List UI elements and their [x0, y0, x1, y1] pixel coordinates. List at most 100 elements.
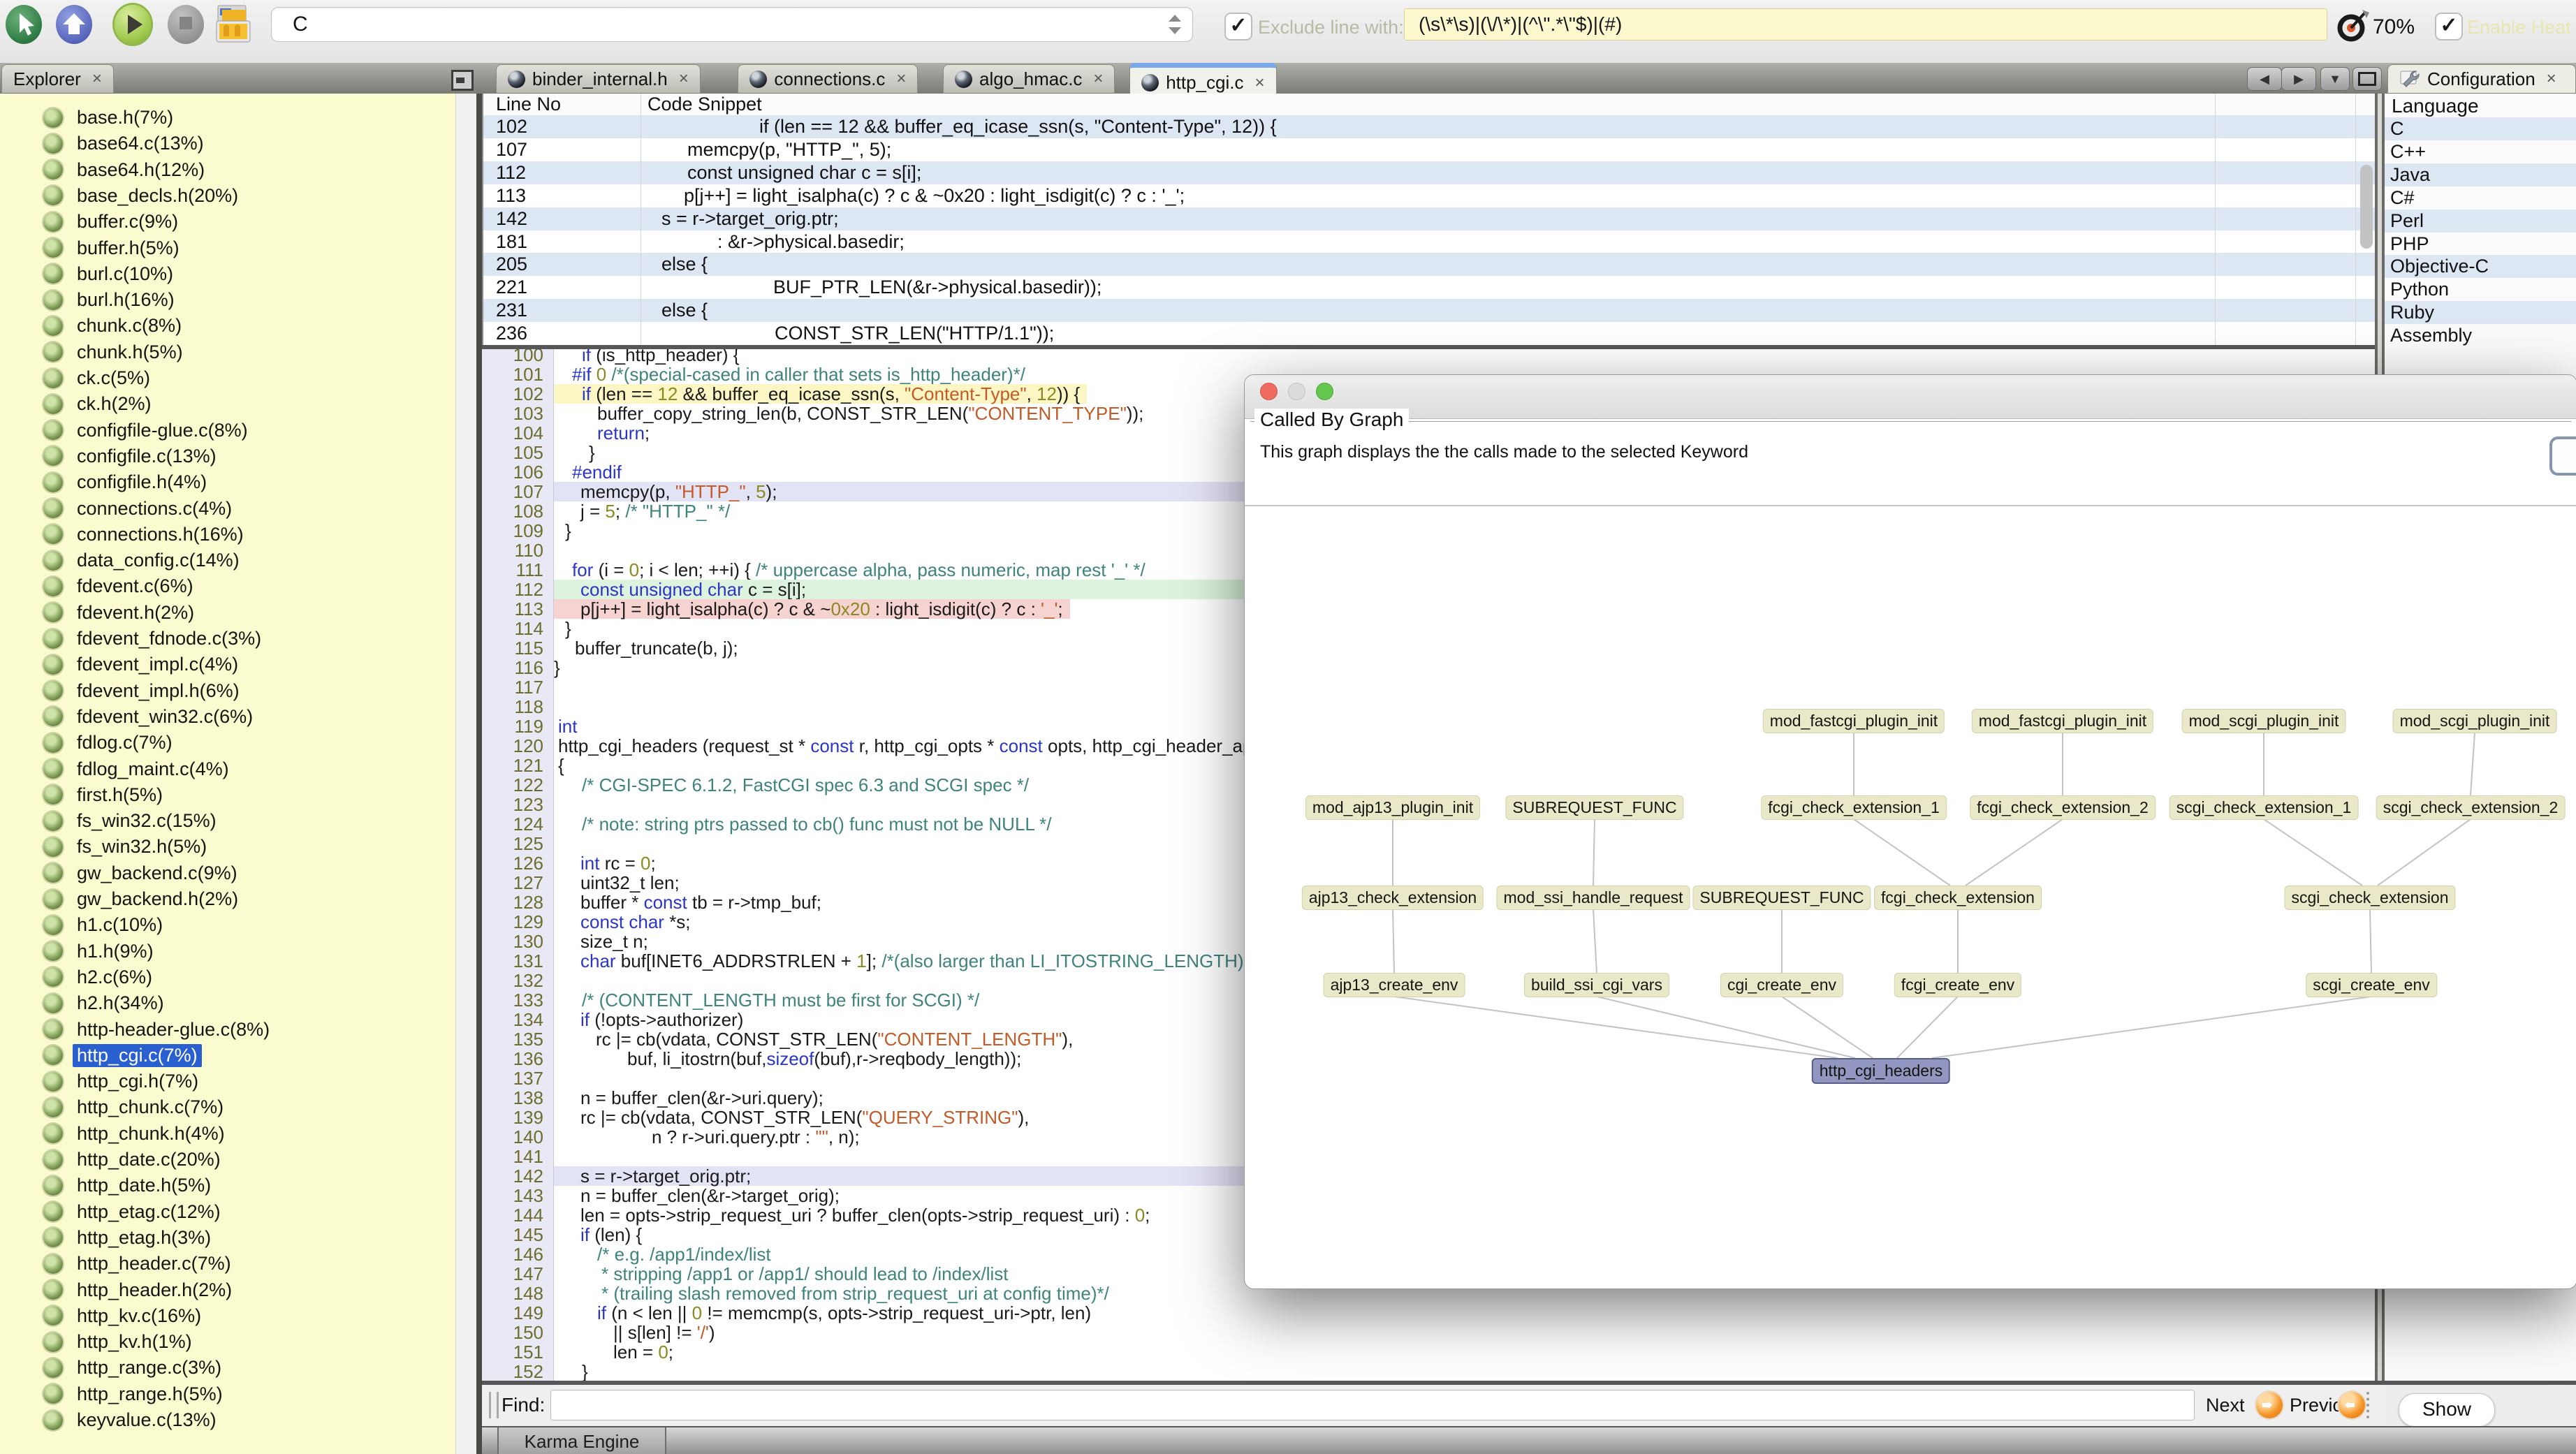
- table-row[interactable]: 205else {70: [483, 253, 2376, 276]
- file-item[interactable]: fdlog_maint.c(4%): [0, 756, 476, 782]
- file-item[interactable]: http_etag.h(3%): [0, 1225, 476, 1251]
- file-item[interactable]: http_chunk.c(7%): [0, 1094, 476, 1120]
- close-icon[interactable]: ×: [1093, 69, 1103, 89]
- col-code-snippet[interactable]: Code Snippet: [647, 94, 762, 115]
- collapse-panel-icon[interactable]: [451, 70, 474, 91]
- cursor-icon[interactable]: [6, 5, 42, 44]
- tab-scroll-left-button[interactable]: ◀: [2247, 67, 2282, 91]
- file-item[interactable]: fdevent_impl.c(4%): [0, 652, 476, 677]
- table-row[interactable]: 142s = r->target_orig.ptr;71: [483, 207, 2376, 230]
- language-row[interactable]: PHP: [2385, 233, 2576, 256]
- stop-button[interactable]: [168, 5, 204, 44]
- heat-checkbox[interactable]: ✓: [2435, 13, 2463, 41]
- tab-scroll-right-button[interactable]: ▶: [2281, 67, 2316, 91]
- file-item[interactable]: http_header.h(2%): [0, 1277, 476, 1303]
- close-icon[interactable]: ×: [679, 69, 689, 89]
- file-item[interactable]: connections.c(4%): [0, 496, 476, 522]
- file-item[interactable]: base64.c(13%): [0, 131, 476, 156]
- play-button[interactable]: [115, 5, 151, 44]
- find-input[interactable]: [550, 1390, 2195, 1420]
- tab-list-dropdown-button[interactable]: ▼: [2320, 67, 2350, 91]
- graph-node-fcgi_check_extension[interactable]: fcgi_check_extension: [1874, 886, 2042, 910]
- file-item[interactable]: fs_win32.c(15%): [0, 808, 476, 834]
- file-item[interactable]: http-header-glue.c(8%): [0, 1017, 476, 1043]
- graph-node-mod_ajp13_plugin_init[interactable]: mod_ajp13_plugin_init: [1305, 795, 1480, 820]
- file-item[interactable]: h1.c(10%): [0, 912, 476, 938]
- maximize-panel-button[interactable]: [2352, 67, 2382, 91]
- file-item[interactable]: h2.h(34%): [0, 990, 476, 1016]
- drag-grip-icon[interactable]: [489, 1392, 499, 1418]
- file-item[interactable]: http_cgi.h(7%): [0, 1069, 476, 1094]
- file-item[interactable]: http_date.c(20%): [0, 1147, 476, 1173]
- close-icon[interactable]: ×: [1254, 73, 1264, 93]
- table-row[interactable]: 102if (len == 12 && buffer_eq_icase_ssn(…: [483, 115, 2376, 138]
- language-row[interactable]: Ruby: [2385, 301, 2576, 324]
- language-row[interactable]: Java: [2385, 163, 2576, 186]
- file-item[interactable]: h2.c(6%): [0, 964, 476, 990]
- file-item[interactable]: http_cgi.c(7%): [0, 1043, 476, 1069]
- file-item[interactable]: fdevent_fdnode.c(3%): [0, 626, 476, 652]
- table-row[interactable]: 181: &r->physical.basedir;70: [483, 230, 2376, 254]
- graph-node-fcgi_check_extension_1[interactable]: fcgi_check_extension_1: [1761, 795, 1947, 820]
- table-scrollbar-thumb[interactable]: [2360, 165, 2373, 249]
- graph-node-scgi_check_extension_2[interactable]: scgi_check_extension_2: [2376, 795, 2566, 820]
- table-row[interactable]: 231else {70: [483, 299, 2376, 322]
- file-item[interactable]: http_etag.c(12%): [0, 1199, 476, 1225]
- file-item[interactable]: http_range.h(5%): [0, 1381, 476, 1407]
- graph-node-scgi_check_extension_1[interactable]: scgi_check_extension_1: [2169, 795, 2359, 820]
- file-item[interactable]: burl.c(10%): [0, 261, 476, 287]
- code-line[interactable]: 151len = 0;: [482, 1342, 2375, 1362]
- graph-node-scgi_check_extension[interactable]: scgi_check_extension: [2284, 886, 2455, 910]
- explorer-scrollbar[interactable]: [455, 94, 477, 1454]
- graph-node-ajp13_check_extension[interactable]: ajp13_check_extension: [1302, 886, 1484, 910]
- graph-node-ajp13_create_env[interactable]: ajp13_create_env: [1324, 973, 1465, 997]
- code-line[interactable]: 100if (is_http_header) {: [482, 345, 2375, 365]
- close-icon[interactable]: ×: [92, 69, 102, 89]
- graph-node-mod_ssi_handle_request[interactable]: mod_ssi_handle_request: [1496, 886, 1690, 910]
- table-row[interactable]: 113p[j++] = light_isalpha(c) ? c & ~0x20…: [483, 184, 2376, 207]
- language-row[interactable]: C++: [2385, 140, 2576, 163]
- next-arrow-icon[interactable]: [2256, 1392, 2283, 1418]
- file-item[interactable]: connections.h(16%): [0, 522, 476, 548]
- language-filter-select[interactable]: C: [271, 7, 1193, 42]
- engine-tab[interactable]: Karma Engine: [497, 1427, 666, 1454]
- exclude-regex-input[interactable]: (\s\*\s)|(\/\*)|(^\".*\"$)|(#): [1404, 8, 2327, 41]
- code-line[interactable]: 149if (n < len || 0 != memcmp(s, opts->s…: [482, 1303, 2375, 1323]
- graph-node-mod_fastcgi_plugin_init[interactable]: mod_fastcgi_plugin_init: [1763, 709, 1945, 733]
- file-item[interactable]: fdevent_win32.c(6%): [0, 704, 476, 730]
- file-item[interactable]: h1.h(9%): [0, 939, 476, 964]
- file-item[interactable]: fs_win32.h(5%): [0, 834, 476, 860]
- file-item[interactable]: gw_backend.c(9%): [0, 860, 476, 886]
- graph-node-fcgi_check_extension_2[interactable]: fcgi_check_extension_2: [1970, 795, 2156, 820]
- home-icon[interactable]: [56, 5, 92, 44]
- col-line-no[interactable]: Line No: [496, 94, 561, 115]
- select-stepper-icon[interactable]: [1166, 13, 1183, 36]
- file-item[interactable]: fdevent_impl.h(6%): [0, 678, 476, 704]
- graph-node-build_ssi_cgi_vars[interactable]: build_ssi_cgi_vars: [1524, 973, 1669, 997]
- file-item[interactable]: fdlog.c(7%): [0, 730, 476, 756]
- file-item[interactable]: fdevent.c(6%): [0, 573, 476, 599]
- language-row[interactable]: Assembly: [2385, 324, 2576, 347]
- show-button[interactable]: Show: [2399, 1393, 2495, 1427]
- code-line[interactable]: 152}: [482, 1362, 2375, 1381]
- graph-node-http_cgi_headers[interactable]: http_cgi_headers: [1812, 1058, 1950, 1084]
- file-item[interactable]: first.h(5%): [0, 782, 476, 808]
- graph-node-SUBREQUEST_FUNC[interactable]: SUBREQUEST_FUNC: [1505, 795, 1683, 820]
- file-item[interactable]: base64.h(12%): [0, 157, 476, 183]
- graph-node-SUBREQUEST_FUNC[interactable]: SUBREQUEST_FUNC: [1692, 886, 1871, 910]
- language-row[interactable]: Perl: [2385, 210, 2576, 233]
- close-icon[interactable]: ×: [896, 69, 906, 89]
- tab-explorer[interactable]: Explorer ×: [1, 64, 114, 93]
- graph-node-cgi_create_env[interactable]: cgi_create_env: [1720, 973, 1843, 997]
- table-row[interactable]: 221BUF_PTR_LEN(&r->physical.basedir));70: [483, 276, 2376, 299]
- file-item[interactable]: http_chunk.h(4%): [0, 1121, 476, 1147]
- table-row[interactable]: 107memcpy(p, "HTTP_", 5);70: [483, 138, 2376, 161]
- table-row[interactable]: 236CONST_STR_LEN("HTTP/1.1"));94: [483, 322, 2376, 345]
- folder-icon[interactable]: [214, 3, 256, 46]
- language-row[interactable]: Objective-C: [2385, 255, 2576, 278]
- language-row[interactable]: C#: [2385, 186, 2576, 210]
- file-item[interactable]: configfile-glue.c(8%): [0, 418, 476, 443]
- file-item[interactable]: buffer.h(5%): [0, 235, 476, 261]
- file-item[interactable]: keyvalue.c(13%): [0, 1407, 476, 1433]
- file-item[interactable]: configfile.h(4%): [0, 469, 476, 495]
